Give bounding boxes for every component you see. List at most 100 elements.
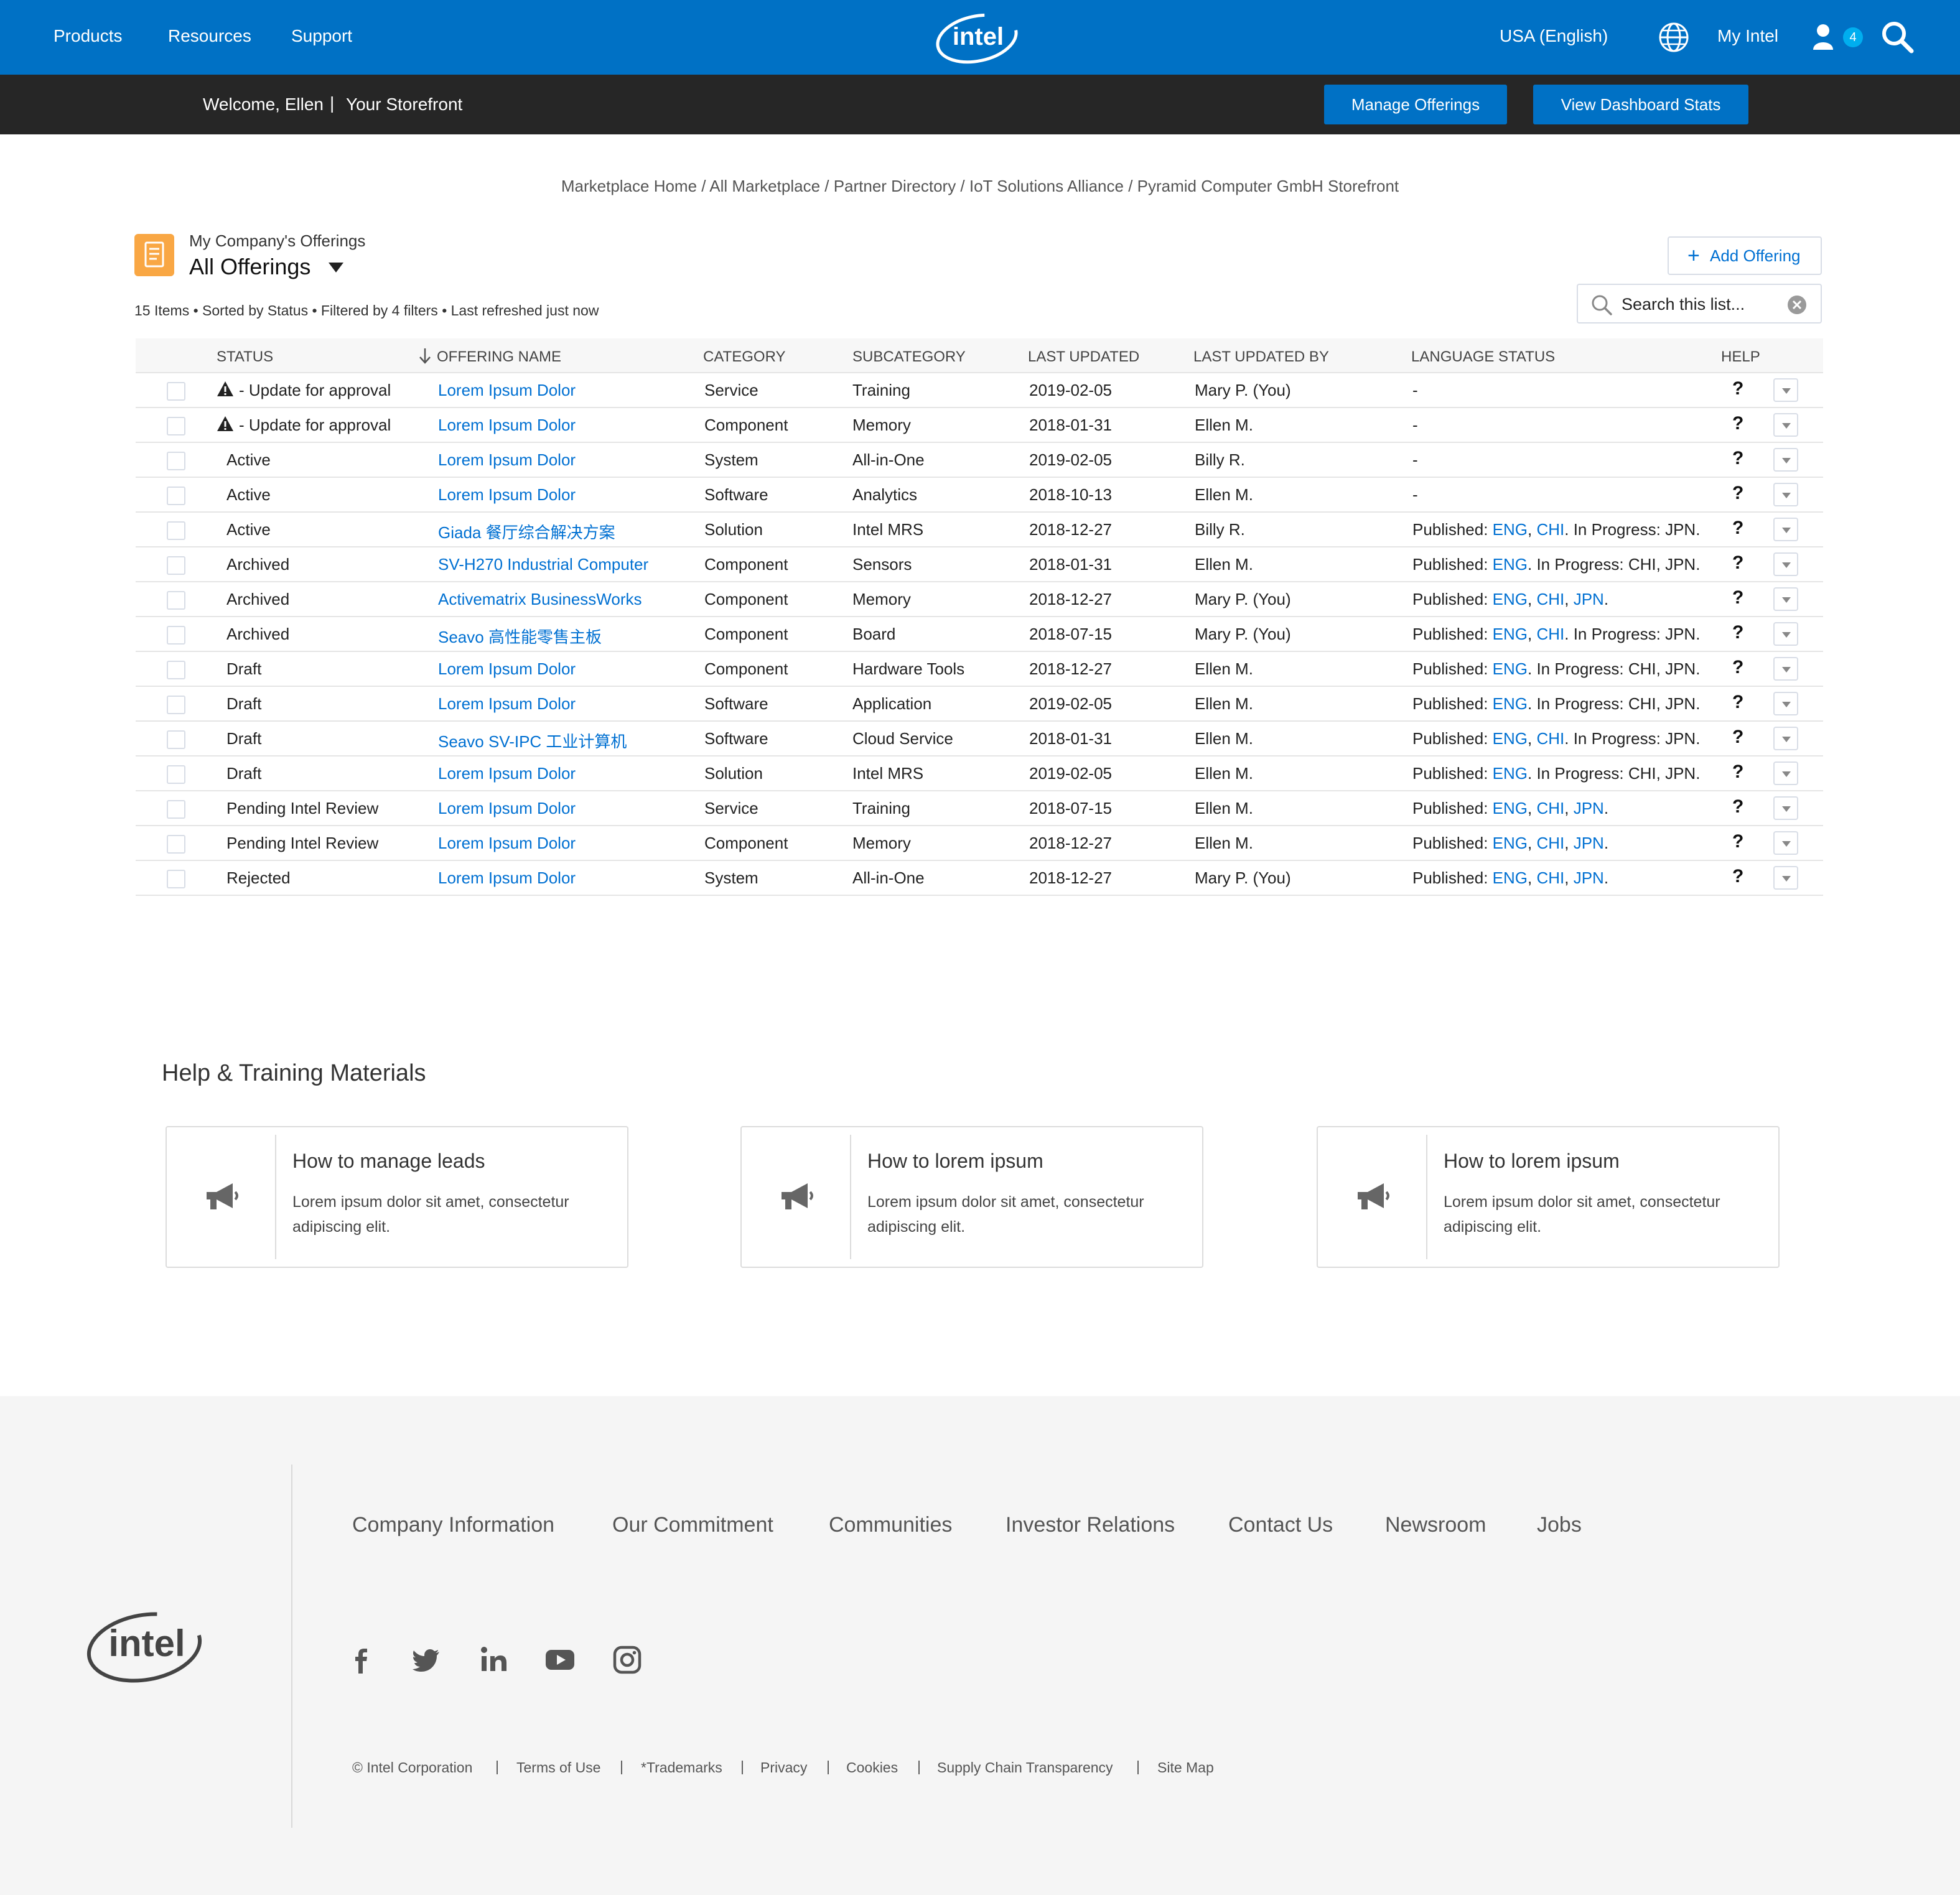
offering-name-link[interactable]: Lorem Ipsum Dolor: [438, 485, 576, 505]
offering-name-link[interactable]: Lorem Ipsum Dolor: [438, 799, 576, 818]
list-view-title[interactable]: All Offerings: [189, 254, 310, 280]
help-icon[interactable]: ?: [1732, 483, 1743, 504]
intel-footer-logo[interactable]: intel: [85, 1605, 207, 1685]
help-icon[interactable]: ?: [1732, 378, 1743, 399]
language-link[interactable]: JPN: [1574, 868, 1604, 887]
footer-link-newsroom[interactable]: Newsroom: [1385, 1513, 1486, 1537]
column-offering-name[interactable]: Offering Name: [437, 348, 561, 366]
nav-products[interactable]: Products: [54, 26, 123, 46]
column-status[interactable]: Status: [217, 348, 273, 366]
help-card-title[interactable]: How to lorem ipsum: [867, 1150, 1043, 1173]
linkedin-icon[interactable]: [478, 1644, 510, 1676]
column-last-updated-by[interactable]: Last Updated By: [1193, 348, 1329, 366]
language-link[interactable]: ENG: [1493, 799, 1528, 817]
chevron-down-icon[interactable]: [329, 263, 343, 272]
footer-legal-copyright[interactable]: © Intel Corporation: [352, 1759, 472, 1776]
language-link[interactable]: JPN: [1574, 799, 1604, 817]
user-icon[interactable]: [1812, 24, 1834, 51]
help-icon[interactable]: ?: [1732, 831, 1743, 852]
row-actions-menu[interactable]: [1773, 796, 1798, 820]
row-checkbox[interactable]: [167, 765, 185, 784]
offering-name-link[interactable]: Lorem Ipsum Dolor: [438, 659, 576, 679]
row-checkbox[interactable]: [167, 835, 185, 854]
offering-name-link[interactable]: Seavo SV-IPC 工业计算机: [438, 729, 627, 752]
row-actions-menu[interactable]: [1773, 657, 1798, 681]
row-checkbox[interactable]: [167, 487, 185, 505]
row-checkbox[interactable]: [167, 382, 185, 401]
language-link[interactable]: CHI: [1536, 520, 1564, 539]
clear-search-icon[interactable]: [1786, 294, 1808, 316]
column-subcategory[interactable]: Subcategory: [852, 348, 966, 366]
help-icon[interactable]: ?: [1732, 796, 1743, 817]
language-link[interactable]: ENG: [1493, 520, 1528, 539]
row-actions-menu[interactable]: [1773, 761, 1798, 785]
view-dashboard-stats-button[interactable]: View Dashboard Stats: [1533, 85, 1748, 124]
language-link[interactable]: ENG: [1493, 659, 1528, 678]
help-icon[interactable]: ?: [1732, 866, 1743, 887]
language-link[interactable]: JPN: [1574, 590, 1604, 608]
facebook-icon[interactable]: [345, 1644, 377, 1676]
language-link[interactable]: CHI: [1536, 729, 1564, 748]
help-icon[interactable]: ?: [1732, 761, 1743, 783]
footer-link-investor-relations[interactable]: Investor Relations: [1006, 1513, 1175, 1537]
help-icon[interactable]: ?: [1732, 448, 1743, 469]
search-icon[interactable]: [1880, 20, 1915, 55]
row-actions-menu[interactable]: [1773, 448, 1798, 472]
search-input[interactable]: [1622, 292, 1783, 316]
language-link[interactable]: ENG: [1493, 868, 1528, 887]
footer-legal-site-map[interactable]: Site Map: [1157, 1759, 1214, 1776]
notification-badge[interactable]: 4: [1843, 27, 1863, 47]
language-link[interactable]: ENG: [1493, 555, 1528, 574]
help-card-title[interactable]: How to lorem ipsum: [1444, 1150, 1620, 1173]
youtube-icon[interactable]: [544, 1644, 576, 1676]
your-storefront-link[interactable]: Your Storefront: [346, 95, 462, 114]
sort-descending-icon[interactable]: [418, 347, 432, 365]
breadcrumb[interactable]: Marketplace Home / All Marketplace / Par…: [0, 177, 1960, 196]
offering-name-link[interactable]: Lorem Ipsum Dolor: [438, 694, 576, 714]
row-actions-menu[interactable]: [1773, 727, 1798, 750]
offering-name-link[interactable]: Giada 餐厅综合解决方案: [438, 520, 615, 543]
help-icon[interactable]: ?: [1732, 692, 1743, 713]
row-checkbox[interactable]: [167, 417, 185, 435]
footer-link-our-commitment[interactable]: Our Commitment: [612, 1513, 773, 1537]
language-link[interactable]: CHI: [1536, 834, 1564, 852]
row-actions-menu[interactable]: [1773, 552, 1798, 576]
row-actions-menu[interactable]: [1773, 413, 1798, 437]
footer-legal-trademarks[interactable]: *Trademarks: [641, 1759, 722, 1776]
column-last-updated[interactable]: Last Updated: [1028, 348, 1139, 366]
help-card[interactable]: How to lorem ipsum Lorem ipsum dolor sit…: [1317, 1126, 1780, 1268]
nav-resources[interactable]: Resources: [168, 26, 251, 46]
language-link[interactable]: CHI: [1536, 590, 1564, 608]
nav-support[interactable]: Support: [291, 26, 352, 46]
add-offering-button[interactable]: + Add Offering: [1668, 236, 1822, 275]
offering-name-link[interactable]: Lorem Ipsum Dolor: [438, 416, 576, 435]
region-selector[interactable]: USA (English): [1500, 26, 1608, 46]
footer-link-contact-us[interactable]: Contact Us: [1228, 1513, 1333, 1537]
language-link[interactable]: ENG: [1493, 625, 1528, 643]
language-link[interactable]: JPN: [1574, 834, 1604, 852]
footer-legal-cookies[interactable]: Cookies: [846, 1759, 898, 1776]
footer-legal-terms[interactable]: Terms of Use: [516, 1759, 600, 1776]
manage-offerings-button[interactable]: Manage Offerings: [1324, 85, 1507, 124]
row-checkbox[interactable]: [167, 452, 185, 470]
offering-name-link[interactable]: Lorem Ipsum Dolor: [438, 868, 576, 888]
offering-name-link[interactable]: SV-H270 Industrial Computer: [438, 555, 648, 574]
globe-icon[interactable]: [1658, 21, 1690, 54]
row-checkbox[interactable]: [167, 661, 185, 679]
offering-name-link[interactable]: Lorem Ipsum Dolor: [438, 764, 576, 783]
footer-link-jobs[interactable]: Jobs: [1537, 1513, 1582, 1537]
row-actions-menu[interactable]: [1773, 587, 1798, 611]
row-checkbox[interactable]: [167, 626, 185, 645]
help-card[interactable]: How to manage leads Lorem ipsum dolor si…: [166, 1126, 628, 1268]
footer-legal-supply-chain[interactable]: Supply Chain Transparency: [937, 1759, 1113, 1776]
help-icon[interactable]: ?: [1732, 552, 1743, 574]
row-actions-menu[interactable]: [1773, 622, 1798, 646]
row-actions-menu[interactable]: [1773, 483, 1798, 506]
offering-name-link[interactable]: Lorem Ipsum Dolor: [438, 450, 576, 470]
row-checkbox[interactable]: [167, 730, 185, 749]
row-checkbox[interactable]: [167, 800, 185, 819]
help-icon[interactable]: ?: [1732, 727, 1743, 748]
help-icon[interactable]: ?: [1732, 657, 1743, 678]
instagram-icon[interactable]: [611, 1644, 643, 1676]
language-link[interactable]: CHI: [1536, 799, 1564, 817]
